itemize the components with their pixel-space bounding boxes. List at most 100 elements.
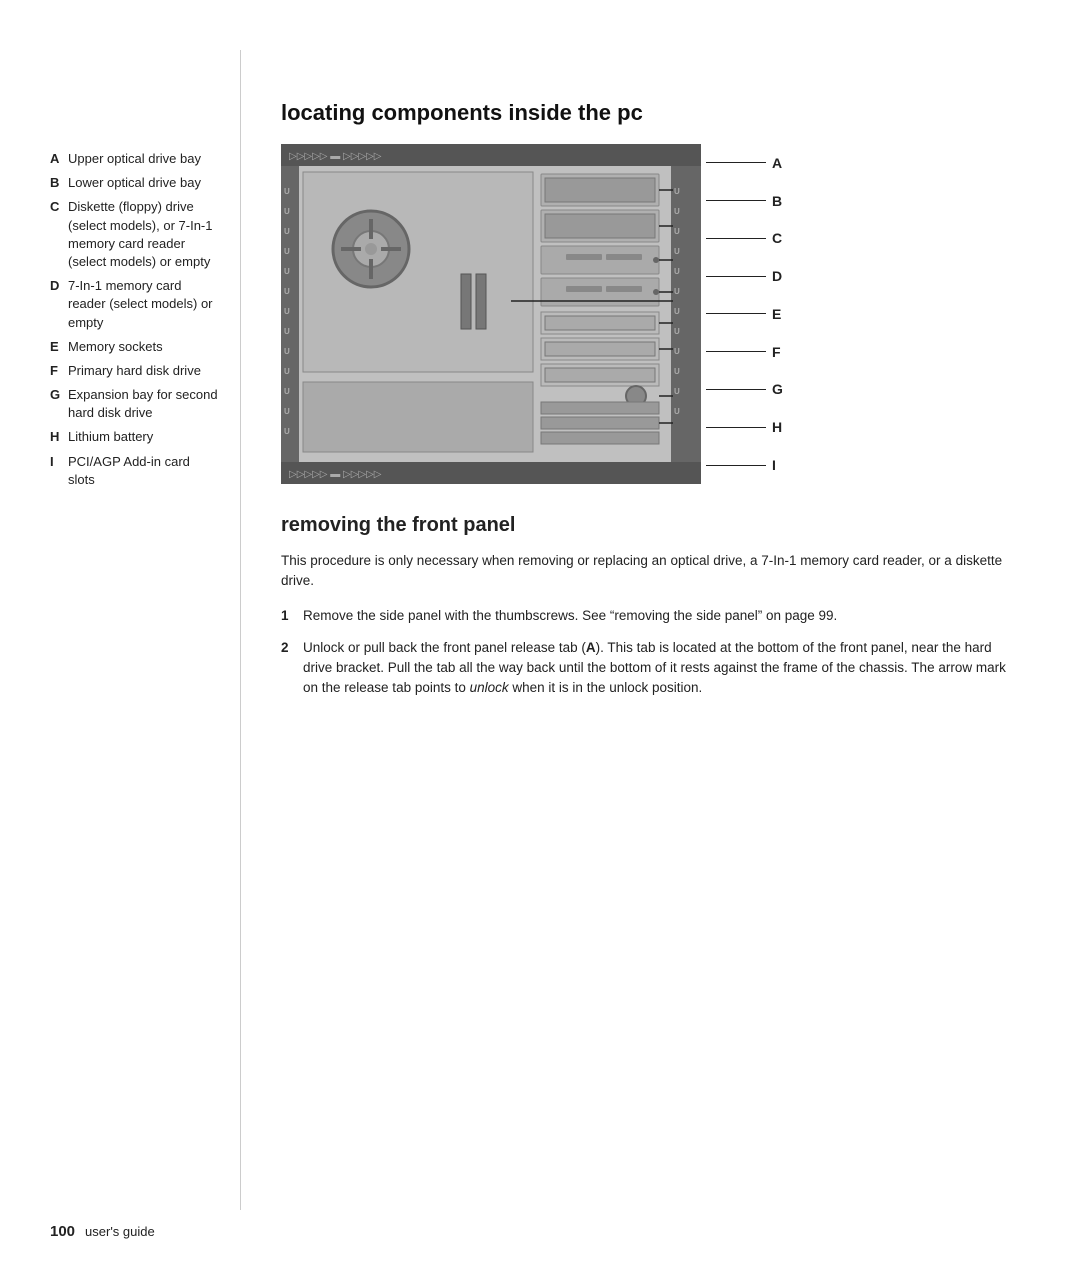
sidebar: A Upper optical drive bay B Lower optica… bbox=[0, 50, 230, 1210]
diagram-container: ▷▷▷▷▷ ▬ ▷▷▷▷▷ ▷▷▷▷▷ ▬ ▷▷▷▷▷ U U U U U U … bbox=[281, 144, 1020, 484]
letter-f: F bbox=[50, 362, 64, 380]
sidebar-item-c: C Diskette (floppy) drive (select models… bbox=[50, 198, 220, 271]
sidebar-item-g: G Expansion bay for second hard disk dri… bbox=[50, 386, 220, 422]
diagram-label-f: F bbox=[706, 344, 783, 360]
line-a bbox=[706, 162, 766, 163]
diagram-label-d: D bbox=[706, 268, 783, 284]
page-label: user's guide bbox=[85, 1224, 155, 1239]
svg-text:U: U bbox=[674, 247, 680, 256]
line-d bbox=[706, 276, 766, 277]
label-c-text: C bbox=[772, 230, 782, 246]
letter-a: A bbox=[50, 150, 64, 168]
step-2: 2 Unlock or pull back the front panel re… bbox=[281, 638, 1020, 699]
step1-text: Remove the side panel with the thumbscre… bbox=[303, 606, 837, 626]
svg-text:U: U bbox=[674, 347, 680, 356]
sidebar-item-d: D 7-In-1 memory card reader (select mode… bbox=[50, 277, 220, 332]
sidebar-item-a: A Upper optical drive bay bbox=[50, 150, 220, 168]
letter-b: B bbox=[50, 174, 64, 192]
svg-text:U: U bbox=[284, 247, 290, 256]
line-g bbox=[706, 389, 766, 390]
diagram-label-a: A bbox=[706, 155, 783, 171]
svg-text:U: U bbox=[674, 227, 680, 236]
letter-d: D bbox=[50, 277, 64, 332]
svg-text:U: U bbox=[284, 387, 290, 396]
page-divider bbox=[240, 50, 241, 1210]
text-a: Upper optical drive bay bbox=[68, 150, 220, 168]
labels-panel: A B C D E bbox=[701, 144, 783, 484]
text-d: 7-In-1 memory card reader (select models… bbox=[68, 277, 220, 332]
label-a-text: A bbox=[772, 155, 782, 171]
svg-text:U: U bbox=[284, 207, 290, 216]
letter-g: G bbox=[50, 386, 64, 422]
sidebar-item-h: H Lithium battery bbox=[50, 428, 220, 446]
text-g: Expansion bay for second hard disk drive bbox=[68, 386, 220, 422]
line-c bbox=[706, 238, 766, 239]
svg-text:U: U bbox=[284, 267, 290, 276]
diagram-label-e: E bbox=[706, 306, 783, 322]
svg-text:U: U bbox=[284, 287, 290, 296]
diagram-label-g: G bbox=[706, 381, 783, 397]
sidebar-item-b: B Lower optical drive bay bbox=[50, 174, 220, 192]
svg-text:▷▷▷▷▷ ▬ ▷▷▷▷▷: ▷▷▷▷▷ ▬ ▷▷▷▷▷ bbox=[289, 469, 382, 480]
label-h-text: H bbox=[772, 419, 782, 435]
svg-text:U: U bbox=[674, 307, 680, 316]
letter-i: I bbox=[50, 453, 64, 489]
svg-text:U: U bbox=[674, 407, 680, 416]
label-e-text: E bbox=[772, 306, 781, 322]
section1-title: locating components inside the pc bbox=[281, 100, 1020, 126]
letter-c: C bbox=[50, 198, 64, 271]
svg-text:U: U bbox=[284, 427, 290, 436]
line-b bbox=[706, 200, 766, 201]
diagram-wrapper: ▷▷▷▷▷ ▬ ▷▷▷▷▷ ▷▷▷▷▷ ▬ ▷▷▷▷▷ U U U U U U … bbox=[281, 144, 1020, 484]
line-e bbox=[706, 313, 766, 314]
svg-text:U: U bbox=[674, 367, 680, 376]
svg-text:▷▷▷▷▷ ▬ ▷▷▷▷▷: ▷▷▷▷▷ ▬ ▷▷▷▷▷ bbox=[289, 151, 382, 162]
diagram-label-h: H bbox=[706, 419, 783, 435]
svg-text:U: U bbox=[284, 367, 290, 376]
page-footer: 100 user's guide bbox=[50, 1223, 155, 1240]
label-f-text: F bbox=[772, 344, 781, 360]
svg-text:U: U bbox=[674, 327, 680, 336]
diagram-label-c: C bbox=[706, 230, 783, 246]
steps-list: 1 Remove the side panel with the thumbsc… bbox=[281, 606, 1020, 699]
page-number: 100 bbox=[50, 1223, 75, 1240]
svg-text:U: U bbox=[674, 207, 680, 216]
svg-text:U: U bbox=[284, 407, 290, 416]
line-h bbox=[706, 427, 766, 428]
section2-title: removing the front panel bbox=[281, 514, 1020, 537]
svg-text:U: U bbox=[284, 307, 290, 316]
svg-text:U: U bbox=[674, 287, 680, 296]
step2-text: Unlock or pull back the front panel rele… bbox=[303, 638, 1020, 699]
step1-number: 1 bbox=[281, 606, 295, 626]
text-i: PCI/AGP Add-in card slots bbox=[68, 453, 220, 489]
svg-text:U: U bbox=[284, 187, 290, 196]
line-f bbox=[706, 351, 766, 352]
svg-text:U: U bbox=[674, 387, 680, 396]
sidebar-item-f: F Primary hard disk drive bbox=[50, 362, 220, 380]
text-c: Diskette (floppy) drive (select models),… bbox=[68, 198, 220, 271]
text-e: Memory sockets bbox=[68, 338, 220, 356]
label-i-text: I bbox=[772, 457, 776, 473]
letter-e: E bbox=[50, 338, 64, 356]
step-1: 1 Remove the side panel with the thumbsc… bbox=[281, 606, 1020, 626]
diagram-label-b: B bbox=[706, 193, 783, 209]
sidebar-item-i: I PCI/AGP Add-in card slots bbox=[50, 453, 220, 489]
svg-text:U: U bbox=[674, 187, 680, 196]
page-container: A Upper optical drive bay B Lower optica… bbox=[0, 0, 1080, 1270]
svg-text:U: U bbox=[284, 327, 290, 336]
text-f: Primary hard disk drive bbox=[68, 362, 220, 380]
pc-diagram: ▷▷▷▷▷ ▬ ▷▷▷▷▷ ▷▷▷▷▷ ▬ ▷▷▷▷▷ U U U U U U … bbox=[281, 144, 701, 484]
letter-h: H bbox=[50, 428, 64, 446]
sidebar-item-e: E Memory sockets bbox=[50, 338, 220, 356]
text-h: Lithium battery bbox=[68, 428, 220, 446]
main-content: locating components inside the pc ▷▷▷▷▷ … bbox=[251, 50, 1080, 1210]
svg-text:U: U bbox=[674, 267, 680, 276]
step2-number: 2 bbox=[281, 638, 295, 699]
text-b: Lower optical drive bay bbox=[68, 174, 220, 192]
diagram-label-i: I bbox=[706, 457, 783, 473]
svg-text:U: U bbox=[284, 227, 290, 236]
line-i bbox=[706, 465, 766, 466]
label-b-text: B bbox=[772, 193, 782, 209]
label-g-text: G bbox=[772, 381, 783, 397]
label-d-text: D bbox=[772, 268, 782, 284]
